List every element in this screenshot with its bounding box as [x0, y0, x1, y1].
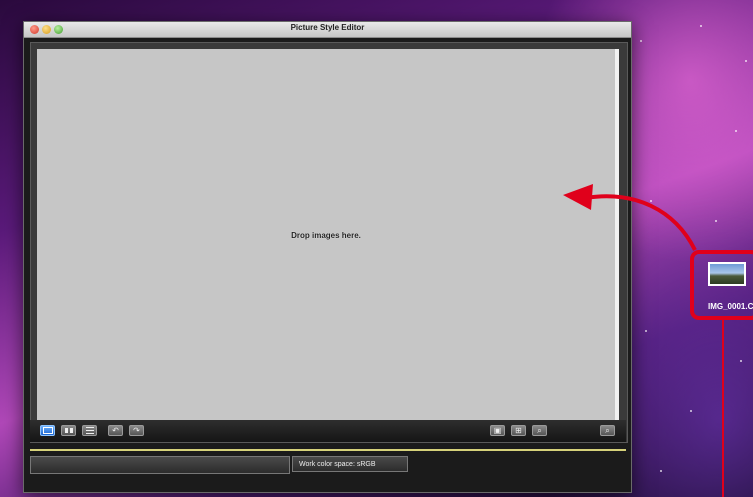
highlight-line — [722, 320, 724, 497]
side-by-side-view-button[interactable] — [61, 425, 76, 436]
raw-file-name[interactable]: IMG_0001.CR — [708, 302, 753, 311]
viewer-toolbar: ↶ ↷ ▣ ⊞ ⌕ ⌕ — [30, 420, 626, 442]
actual-size-button[interactable]: ⊞ — [511, 425, 526, 436]
single-view-button[interactable] — [40, 425, 55, 436]
fit-to-window-button[interactable]: ▣ — [490, 425, 505, 436]
raw-file-icon[interactable] — [708, 262, 746, 286]
side-by-side-view-icon — [64, 428, 73, 433]
fit-icon: ▣ — [493, 425, 502, 435]
actual-size-icon: ⊞ — [515, 425, 522, 435]
status-divider — [30, 449, 626, 451]
rotate-right-button[interactable]: ↷ — [129, 425, 144, 436]
zoom-icon: ⌕ — [537, 425, 542, 435]
zoom-magnifier-icon: ⌕ — [605, 425, 610, 435]
rotate-left-icon: ↶ — [112, 425, 119, 435]
split-view-button[interactable] — [82, 425, 97, 436]
image-viewer: Drop images here. — [30, 42, 628, 443]
magnify-button[interactable]: ⌕ — [600, 425, 615, 436]
rotate-left-button[interactable]: ↶ — [108, 425, 123, 436]
rotate-right-icon: ↷ — [133, 425, 140, 435]
work-color-space-label: Work color space: sRGB — [292, 456, 408, 472]
image-drop-area[interactable]: Drop images here. — [37, 49, 619, 438]
zoom-button[interactable]: ⌕ — [532, 425, 547, 436]
picture-style-editor-window: Picture Style Editor Drop images here. ↶… — [23, 21, 632, 493]
status-info-field — [30, 456, 290, 474]
status-bar: Work color space: sRGB — [30, 453, 626, 483]
single-view-icon — [42, 427, 53, 434]
split-view-icon — [85, 427, 94, 434]
drag-arrow — [563, 184, 697, 251]
window-title: Picture Style Editor — [290, 23, 365, 32]
window-titlebar[interactable]: Picture Style Editor — [24, 22, 631, 38]
drop-hint-text: Drop images here. — [291, 231, 361, 240]
